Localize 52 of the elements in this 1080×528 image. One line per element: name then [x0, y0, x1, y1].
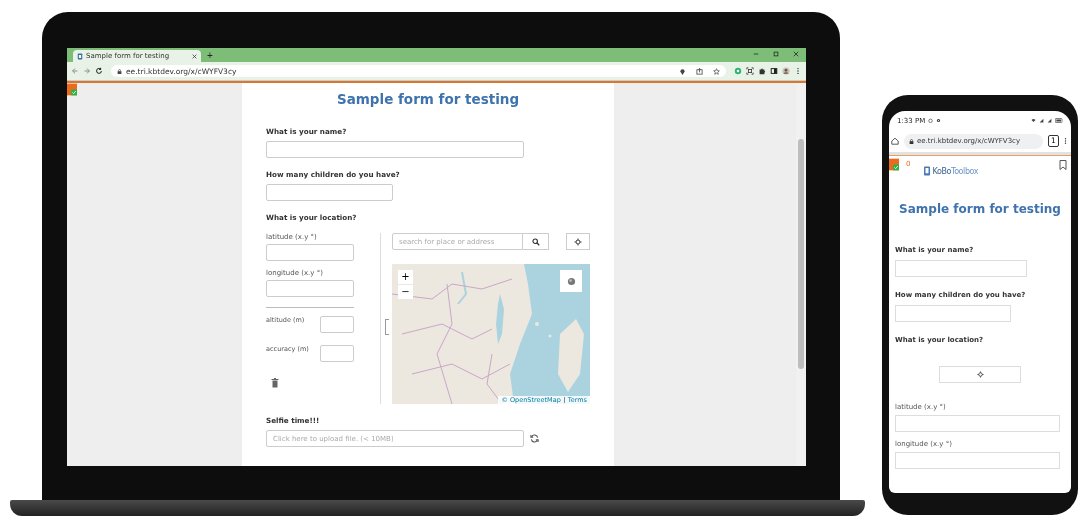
gear-icon	[936, 118, 942, 123]
status-badge-icon	[67, 83, 77, 96]
globe-icon	[566, 276, 576, 286]
zoom-in-button[interactable]: +	[398, 270, 413, 284]
home-icon[interactable]	[891, 137, 899, 145]
text-field[interactable]	[895, 260, 1027, 277]
text-field[interactable]	[266, 141, 524, 158]
battery-icon	[1055, 118, 1063, 123]
crosshair-icon	[574, 237, 582, 246]
number-field[interactable]	[266, 184, 393, 201]
refresh-icon[interactable]	[530, 434, 539, 443]
reload-icon[interactable]	[95, 67, 103, 75]
wifi-icon	[1031, 118, 1036, 123]
screenshot-icon[interactable]	[746, 67, 754, 75]
phone-logo-icon	[924, 166, 931, 176]
accuracy-field[interactable]	[320, 345, 354, 362]
maximize-icon[interactable]	[773, 51, 779, 57]
alarm-icon	[928, 118, 934, 123]
longitude-field[interactable]	[266, 280, 354, 297]
form-title: Sample form for testing	[898, 202, 1062, 216]
form-title: Sample form for testing	[335, 91, 521, 107]
scrollbar[interactable]	[798, 139, 804, 369]
menu-icon[interactable]	[794, 67, 802, 75]
location-pin-icon[interactable]	[679, 67, 686, 75]
extension-icon[interactable]	[734, 67, 742, 75]
latitude-field[interactable]	[266, 244, 354, 261]
logo-text: Toolbox	[951, 166, 979, 176]
bracket-mark	[384, 319, 389, 335]
profile-avatar-icon[interactable]	[782, 67, 790, 75]
locate-button[interactable]	[566, 233, 590, 250]
crosshair-icon	[976, 371, 984, 378]
altitude-field[interactable]	[320, 316, 354, 333]
search-button[interactable]	[523, 233, 549, 250]
menu-icon[interactable]	[1064, 137, 1067, 145]
lock-icon	[909, 138, 914, 144]
search-icon	[531, 237, 540, 246]
longitude-field[interactable]	[895, 452, 1060, 469]
number-field[interactable]	[895, 305, 1011, 322]
bookmark-icon[interactable]	[1059, 160, 1067, 170]
sidebar-icon[interactable]	[770, 67, 778, 75]
lock-icon	[117, 68, 122, 74]
logo-text: KoBo	[932, 166, 951, 176]
trash-icon[interactable]	[271, 378, 279, 388]
new-tab-button[interactable]: +	[201, 50, 219, 62]
close-icon[interactable]	[192, 53, 197, 59]
star-icon[interactable]	[713, 67, 720, 75]
share-icon[interactable]	[696, 67, 703, 75]
layers-button[interactable]	[560, 270, 582, 292]
latitude-field[interactable]	[895, 415, 1060, 432]
form-icon	[77, 52, 83, 60]
zoom-out-button[interactable]: −	[398, 285, 413, 299]
close-icon[interactable]	[793, 51, 799, 57]
